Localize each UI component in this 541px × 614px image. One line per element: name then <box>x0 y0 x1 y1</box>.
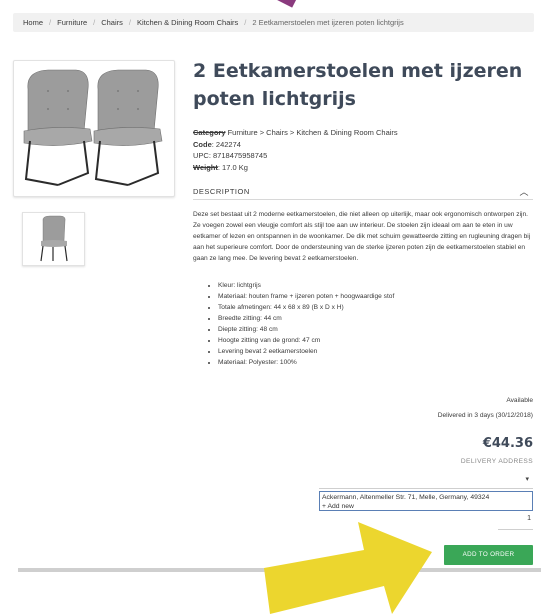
delivery-address-label: DELIVERY ADDRESS <box>460 458 533 465</box>
annotation-arrow-highlight <box>264 522 432 614</box>
weight-value: : 17.0 Kg <box>217 162 248 172</box>
address-option[interactable]: Ackermann, Altenmeller Str. 71, Melle, G… <box>322 493 530 502</box>
product-thumbnail[interactable] <box>22 212 85 266</box>
spec-item: Materiaal: Polyester: 100% <box>218 357 506 368</box>
code-row: Code: 242274 <box>193 139 523 151</box>
breadcrumb-chairs[interactable]: Chairs <box>101 18 123 27</box>
description-toggle[interactable]: DESCRIPTION ︿ <box>193 184 533 200</box>
quantity-input[interactable]: 1 <box>498 515 533 530</box>
spec-item: Levering bevat 2 eetkamerstoelen <box>218 346 506 357</box>
upc-label: UPC <box>193 151 209 160</box>
add-new-address-option[interactable]: + Add new <box>322 502 530 511</box>
code-label: Code <box>193 139 212 149</box>
product-main-image[interactable] <box>13 60 175 197</box>
description-header: DESCRIPTION <box>193 187 250 196</box>
category-row: Category Furniture > Chairs > Kitchen & … <box>193 127 523 139</box>
delivery-address-select[interactable]: ▾ <box>319 475 533 489</box>
spec-item: Totale afmetingen: 44 x 68 x 89 (B x D x… <box>218 302 506 313</box>
breadcrumb-home[interactable]: Home <box>23 18 43 27</box>
chair-thumbnail-image <box>40 215 68 262</box>
product-meta: Category Furniture > Chairs > Kitchen & … <box>193 127 523 173</box>
description-text: Deze set bestaat uit 2 moderne eetkamers… <box>193 211 531 262</box>
category-value: Furniture > Chairs > Kitchen & Dining Ro… <box>225 128 398 137</box>
chairs-image <box>23 69 163 186</box>
chevron-down-icon: ▾ <box>525 476 529 483</box>
annotation-arrow-top <box>274 0 306 12</box>
delivery-address-options[interactable]: Ackermann, Altenmeller Str. 71, Melle, G… <box>319 491 533 511</box>
weight-row: Weight: 17.0 Kg <box>193 162 523 174</box>
price: €44.36 <box>482 436 533 451</box>
spec-item: Hoogte zitting van de grond: 47 cm <box>218 335 506 346</box>
add-to-order-button[interactable]: ADD TO ORDER <box>444 545 533 565</box>
spec-item: Kleur: lichtgrijs <box>218 280 506 291</box>
spec-item: Materiaal: houten frame + ijzeren poten … <box>218 291 506 302</box>
product-title: 2 Eetkamerstoelen met ijzeren poten lich… <box>193 60 523 110</box>
breadcrumb: Home / Furniture / Chairs / Kitchen & Di… <box>13 13 534 32</box>
weight-label: Weight <box>193 162 218 172</box>
breadcrumb-furniture[interactable]: Furniture <box>57 18 87 27</box>
spec-item: Breedte zitting: 44 cm <box>218 313 506 324</box>
breadcrumb-separator: / <box>128 18 131 27</box>
breadcrumb-current: 2 Eetkamerstoelen met ijzeren poten lich… <box>252 18 404 27</box>
upc-row: UPC: 8718475958745 <box>193 150 523 162</box>
code-value: : 242274 <box>211 139 241 149</box>
spec-list: Kleur: lichtgrijs Materiaal: houten fram… <box>206 280 506 368</box>
spec-item: Diepte zitting: 48 cm <box>218 324 506 335</box>
upc-value: : 8718475958745 <box>208 151 268 160</box>
breadcrumb-separator: / <box>49 18 52 27</box>
breadcrumb-kitchen-dining[interactable]: Kitchen & Dining Room Chairs <box>137 18 238 27</box>
chevron-up-icon: ︿ <box>519 187 529 197</box>
delivery-estimate: Delivered in 3 days (30/12/2018) <box>437 412 533 419</box>
availability-status: Available <box>506 397 533 404</box>
breadcrumb-separator: / <box>244 18 247 27</box>
breadcrumb-separator: / <box>93 18 96 27</box>
category-label: Category <box>193 128 226 137</box>
